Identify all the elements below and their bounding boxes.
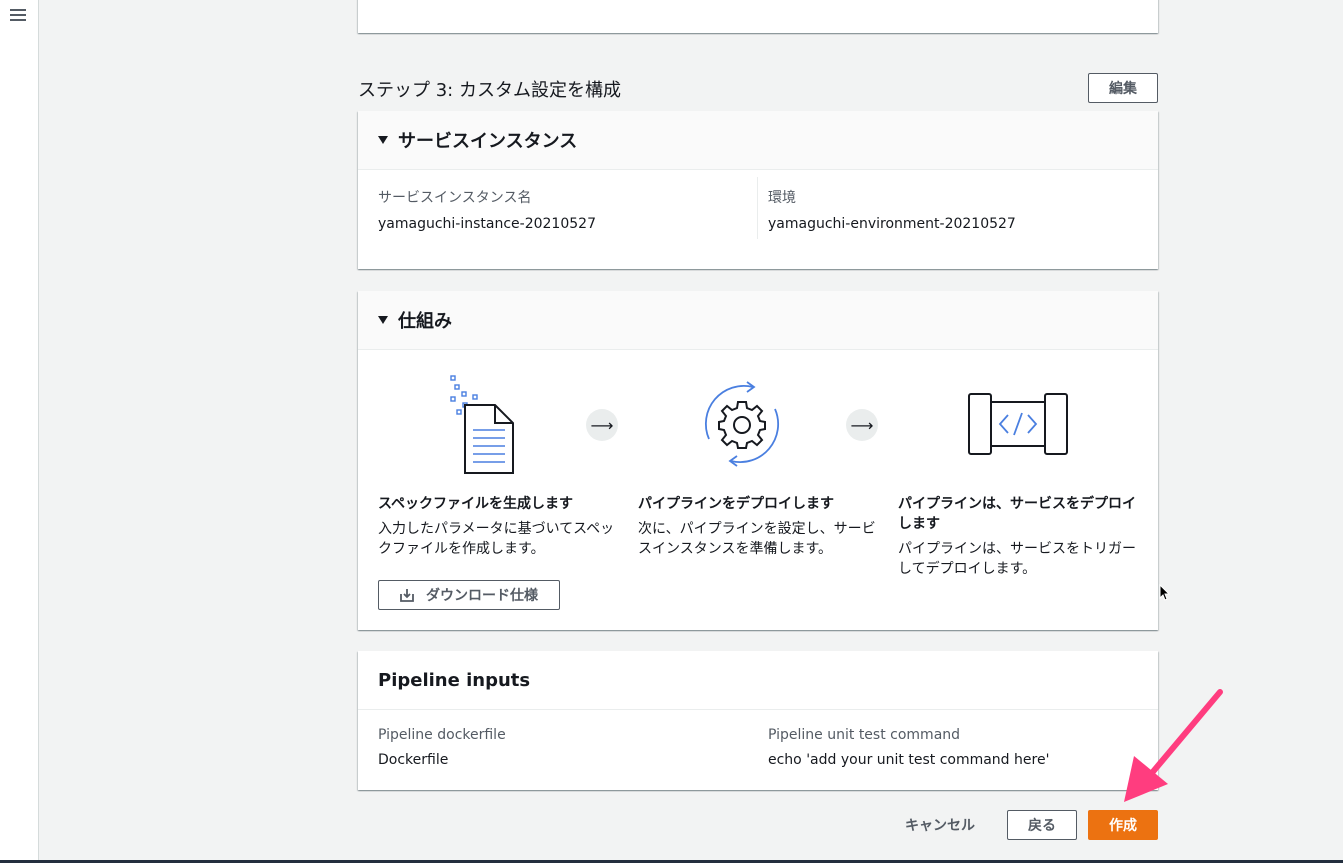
step-3-title-line: パイプラインは、サービスをデプロイ [898, 496, 1136, 512]
service-instance-header[interactable]: サービスインスタンス [358, 111, 1158, 170]
caret-down-icon [378, 316, 388, 324]
pipeline-inputs-panel: Pipeline inputs Pipeline dockerfile Dock… [358, 651, 1158, 790]
download-spec-button[interactable]: ダウンロード仕様 [378, 580, 560, 610]
hamburger-icon[interactable] [10, 9, 26, 23]
environment-field: 環境 yamaguchi-environment-20210527 [768, 187, 1016, 232]
dockerfile-label: Pipeline dockerfile [378, 727, 506, 743]
side-navigation [0, 0, 39, 863]
step-3-title: パイプラインは、サービスをデプロイ します [898, 494, 1136, 534]
dockerfile-field: Pipeline dockerfile Dockerfile [378, 727, 506, 768]
spec-file-icon [450, 375, 514, 474]
step-1-description-line: クファイルを作成します。 [378, 541, 545, 557]
unit-test-label: Pipeline unit test command [768, 727, 961, 743]
edit-button[interactable]: 編集 [1088, 73, 1158, 103]
step-2-description-line: スインスタンスを準備します。 [638, 541, 833, 557]
create-button[interactable]: 作成 [1088, 810, 1158, 840]
step-2-description: 次に、パイプラインを設定し、サービ スインスタンスを準備します。 [638, 519, 876, 559]
pipeline-inputs-title: Pipeline inputs [378, 669, 531, 691]
step-1-description-line: 入力したパラメータに基づいてスペッ [378, 521, 615, 537]
how-it-works-panel: 仕組み ⟶ ⟶ スペックファイルを生成します 入力したパラメータに基づいてスペッ… [358, 291, 1158, 630]
step-2-description-line: 次に、パイプラインを設定し、サービ [638, 521, 876, 537]
unit-test-field: Pipeline unit test command echo 'add you… [768, 727, 1049, 768]
deploy-gear-icon [704, 381, 780, 467]
instance-name-label: サービスインスタンス名 [378, 190, 532, 206]
dockerfile-value: Dockerfile [378, 752, 449, 768]
caret-down-icon [378, 136, 388, 144]
annotation-arrow-icon [1124, 689, 1223, 802]
download-spec-label: ダウンロード仕様 [426, 588, 538, 604]
step3-title: ステップ 3: カスタム設定を構成 [358, 80, 621, 101]
column-divider [757, 177, 758, 239]
flow-arrow-icon: ⟶ [586, 409, 618, 441]
service-instance-title: サービスインスタンス [398, 131, 578, 152]
how-it-works-title: 仕組み [398, 311, 452, 332]
instance-name-field: サービスインスタンス名 yamaguchi-instance-20210527 [378, 187, 596, 232]
environment-link[interactable]: yamaguchi-environment-20210527 [768, 216, 1016, 232]
back-button[interactable]: 戻る [1007, 810, 1077, 840]
instance-name-value: yamaguchi-instance-20210527 [378, 216, 596, 232]
pipeline-inputs-header: Pipeline inputs [358, 651, 1158, 710]
step-1-description: 入力したパラメータに基づいてスペッ クファイルを作成します。 [378, 519, 614, 559]
step-3-description-line: パイプラインは、サービスをトリガー [898, 541, 1136, 557]
flow-arrow-icon: ⟶ [846, 409, 878, 441]
unit-test-value: echo 'add your unit test command here' [768, 752, 1050, 768]
step-3-title-line: します [898, 516, 940, 532]
step-3-description: パイプラインは、サービスをトリガー してデプロイします。 [898, 539, 1136, 579]
mouse-cursor-icon [1159, 584, 1171, 601]
environment-label: 環境 [768, 190, 796, 206]
step-3-description-line: してデプロイします。 [898, 561, 1037, 577]
step-2-title: パイプラインをデプロイします [638, 496, 834, 512]
download-icon [400, 589, 414, 602]
how-it-works-header[interactable]: 仕組み [358, 291, 1158, 350]
pipeline-code-icon [968, 393, 1068, 455]
service-instance-panel: サービスインスタンス サービスインスタンス名 yamaguchi-instanc… [358, 111, 1158, 269]
step-1-title: スペックファイルを生成します [378, 496, 574, 512]
cancel-button[interactable]: キャンセル [896, 810, 984, 840]
previous-step-panel [358, 0, 1158, 33]
